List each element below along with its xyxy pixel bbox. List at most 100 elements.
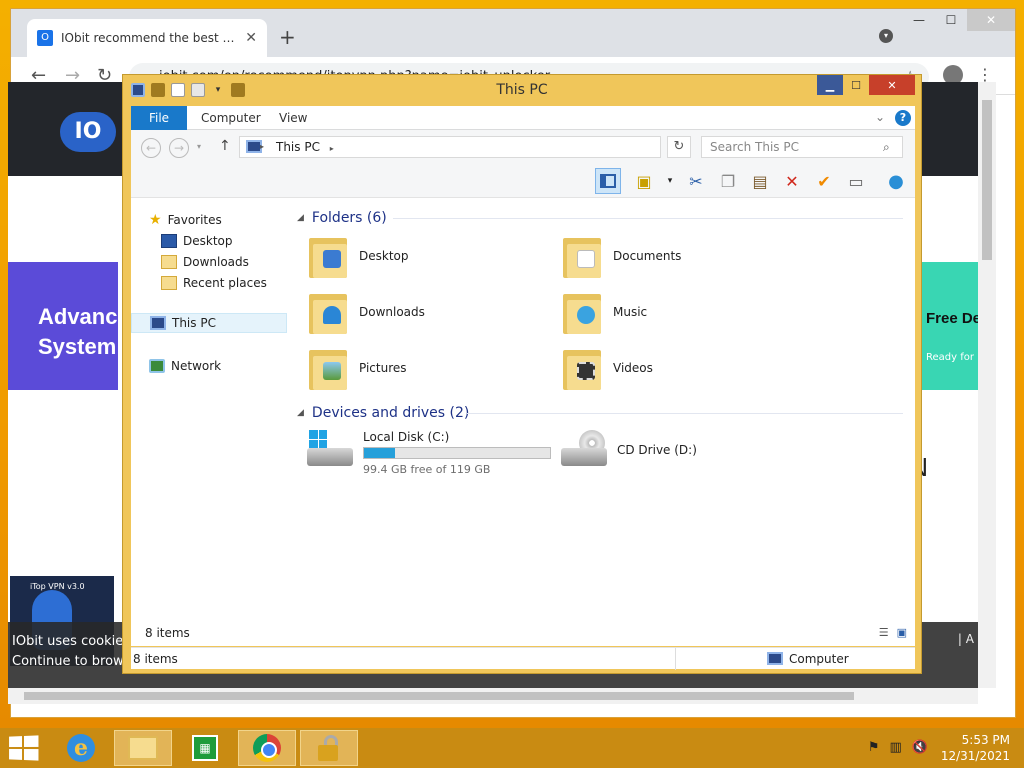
taskbar-file-explorer[interactable]	[114, 730, 172, 766]
delete-icon[interactable]: ✕	[779, 168, 805, 194]
folder-label: Pictures	[359, 361, 407, 375]
clock[interactable]: 5:53 PM 12/31/2021	[941, 732, 1010, 764]
search-icon[interactable]: ⌕	[883, 140, 909, 155]
folder-videos[interactable]: Videos	[563, 346, 653, 390]
explorer-window-controls: ▁ ☐ ✕	[817, 75, 915, 95]
start-button[interactable]	[9, 735, 39, 761]
close-button[interactable]: ✕	[869, 75, 915, 95]
volume-muted-icon[interactable]: 🔇	[912, 740, 928, 755]
maximize-button[interactable]: ☐	[843, 75, 869, 95]
vertical-scroll-thumb[interactable]	[982, 100, 992, 260]
clock-time: 5:53 PM	[961, 733, 1010, 747]
promo-banner-left[interactable]: Advanc System	[8, 262, 118, 390]
checkmark-icon[interactable]: ✔	[811, 168, 837, 194]
group-divider	[467, 413, 903, 414]
help-icon[interactable]: ?	[895, 110, 911, 126]
taskbar-chrome[interactable]	[238, 730, 296, 766]
refresh-icon[interactable]: ↻	[667, 136, 691, 158]
tab-search-icon[interactable]: ▾	[879, 29, 893, 43]
chrome-icon	[253, 734, 281, 762]
page-vertical-scrollbar[interactable]	[978, 82, 996, 688]
browser-tab[interactable]: O IObit recommend the best free, f ✕	[27, 19, 267, 57]
nav-recent-places[interactable]: Recent places	[161, 273, 267, 293]
horizontal-scroll-thumb[interactable]	[24, 692, 854, 700]
folders-group-header[interactable]: ◢ Folders (6)	[297, 208, 387, 228]
status-bar: 8 items Computer	[131, 647, 915, 670]
clock-date: 12/31/2021	[940, 749, 1010, 763]
folder-desktop[interactable]: Desktop	[309, 234, 409, 278]
nav-this-pc[interactable]: This PC	[131, 313, 287, 333]
this-pc-icon	[150, 316, 166, 330]
folder-label: Videos	[613, 361, 653, 375]
minimize-button[interactable]: ▁	[817, 75, 843, 95]
select-dropdown-icon[interactable]: ▾	[657, 168, 683, 194]
large-icons-view-icon[interactable]: ▣	[897, 626, 907, 639]
nav-favorites[interactable]: ★ Favorites	[149, 210, 222, 230]
tab-title: IObit recommend the best free, f	[61, 31, 237, 45]
search-input[interactable]: Search This PC	[701, 136, 903, 158]
view-toggle: ☰ ▣	[879, 626, 907, 639]
computer-icon	[767, 652, 783, 665]
preview-pane-icon[interactable]	[595, 168, 621, 194]
downloads-folder-icon	[161, 255, 177, 269]
paste-icon[interactable]: ▤	[747, 168, 773, 194]
nav-network[interactable]: Network	[149, 356, 221, 376]
pictures-folder-icon	[309, 346, 347, 390]
breadcrumb-chevron-icon[interactable]: ▸	[330, 144, 334, 153]
network-tray-icon[interactable]: ▥	[890, 740, 902, 755]
chrome-maximize-button[interactable]: ☐	[935, 9, 967, 31]
up-arrow-icon[interactable]: ↑	[219, 138, 231, 154]
flag-icon[interactable]: ⚑	[868, 740, 880, 755]
details-view-icon[interactable]: ☰	[879, 626, 889, 639]
tab-close-icon[interactable]: ✕	[245, 30, 257, 46]
chrome-close-button[interactable]: ✕	[967, 9, 1015, 31]
page-horizontal-scrollbar[interactable]	[8, 688, 978, 704]
new-tab-button[interactable]: +	[279, 25, 296, 49]
nav-desktop[interactable]: Desktop	[161, 231, 233, 251]
status-item-count: 8 items	[133, 652, 178, 666]
copy-icon[interactable]: ❐	[715, 168, 741, 194]
drive-c-name: Local Disk (C:)	[363, 430, 450, 444]
drive-c[interactable]: Local Disk (C:) 99.4 GB free of 119 GB	[307, 430, 551, 476]
explorer-titlebar[interactable]: ▾ This PC ▁ ☐ ✕	[123, 75, 921, 105]
iobit-logo[interactable]: IO	[60, 112, 116, 152]
forward-icon[interactable]: →	[169, 138, 189, 158]
cookie-accept-link[interactable]: | A	[958, 632, 974, 646]
breadcrumb-this-pc[interactable]: This PC	[276, 140, 320, 154]
group-divider	[393, 218, 903, 219]
select-icon[interactable]: ▣	[631, 168, 657, 194]
recent-places-icon	[161, 276, 177, 290]
back-icon[interactable]: ←	[141, 138, 161, 158]
drive-d[interactable]: CD Drive (D:)	[561, 430, 697, 470]
nav-downloads[interactable]: Downloads	[161, 252, 249, 272]
tab-view[interactable]: View	[279, 106, 307, 130]
folder-pictures[interactable]: Pictures	[309, 346, 407, 390]
nav-recent-label: Recent places	[183, 276, 267, 290]
chrome-minimize-button[interactable]: —	[903, 9, 935, 31]
taskbar-store[interactable]: ▦	[176, 730, 234, 766]
folder-downloads[interactable]: Downloads	[309, 290, 425, 334]
banner-left-title: Advanc System	[38, 304, 118, 359]
globe-icon[interactable]: ●	[883, 168, 909, 194]
taskbar-internet-explorer[interactable]: e	[52, 730, 110, 766]
taskbar-iobit-unlocker[interactable]	[300, 730, 358, 766]
rename-icon[interactable]: ▭	[843, 168, 869, 194]
chrome-window-controls: — ☐ ✕	[903, 9, 1015, 31]
tab-computer[interactable]: Computer	[201, 106, 261, 130]
cd-drive-icon	[561, 430, 607, 470]
recent-locations-icon[interactable]: ▾	[197, 142, 201, 151]
cut-icon[interactable]: ✂	[683, 168, 709, 194]
drives-group-header[interactable]: ◢ Devices and drives (2)	[297, 403, 469, 423]
folder-documents[interactable]: Documents	[563, 234, 681, 278]
music-folder-icon	[563, 290, 601, 334]
nav-downloads-label: Downloads	[183, 255, 249, 269]
breadcrumb-separator-icon[interactable]: ▸	[260, 137, 264, 157]
folder-label: Desktop	[359, 249, 409, 263]
folder-music[interactable]: Music	[563, 290, 647, 334]
tab-file[interactable]: File	[131, 106, 187, 130]
expand-ribbon-icon[interactable]: ⌄	[875, 110, 885, 124]
address-field[interactable]: ▸ This PC ▸ ⌄	[239, 136, 758, 160]
system-tray: ⚑ ▥ 🔇	[868, 740, 928, 755]
collapse-arrow-icon[interactable]: ◢	[297, 408, 304, 418]
collapse-arrow-icon[interactable]: ◢	[297, 213, 304, 223]
